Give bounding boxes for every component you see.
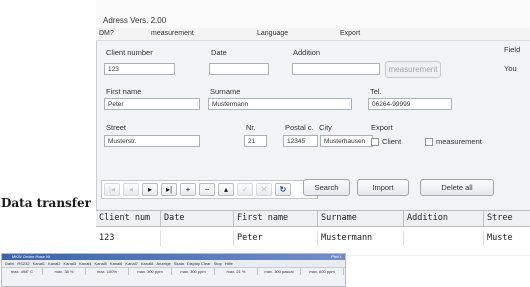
thumbnail-menu-item[interactable]: Stop <box>214 261 222 266</box>
post-record-button[interactable]: ✓ <box>237 183 253 196</box>
export-client-checkbox[interactable] <box>371 138 379 146</box>
grid-header-addition[interactable]: Addition <box>404 211 484 226</box>
export-label: Export <box>371 123 393 132</box>
client-number-field[interactable]: 123 <box>104 63 175 75</box>
online-window-thumbnail: MKW Online Hose NI Pfeil I Datei RS232 Kan… <box>1 253 346 287</box>
street-label: Street <box>106 123 127 132</box>
thumbnail-menu-item[interactable]: Kanal3 <box>64 261 76 266</box>
grid-cell-addition[interactable] <box>404 231 484 246</box>
tel-label: Tel. <box>370 87 382 96</box>
grid-header-date[interactable]: Date <box>161 211 234 226</box>
thumbnail-title-right: Pfeil I <box>330 254 341 259</box>
grid-cell-date[interactable] <box>161 231 234 246</box>
date-label: Date <box>211 48 227 57</box>
menu-item-dm[interactable]: DM? <box>99 30 114 37</box>
first-name-label: First name <box>106 87 142 96</box>
surname-field[interactable]: Mustermann <box>208 98 352 110</box>
export-measurement-label: measurement <box>436 137 482 146</box>
street-field[interactable]: Musterstr. <box>104 135 200 147</box>
nr-label: Nr. <box>246 123 256 132</box>
delete-record-button[interactable]: − <box>199 183 215 196</box>
grid-cell-first-name[interactable]: Peter <box>234 231 318 246</box>
thumbnail-menu-item[interactable]: RS232 <box>17 261 29 266</box>
thumbnail-menu-bar: Datei RS232 Kanal1 Kanal2 Kanal3 Kanal4 Kanal5… <box>2 260 345 268</box>
measurement-button[interactable]: measurement <box>385 61 441 78</box>
data-grid: Client num Date First name Surname Addit… <box>96 210 530 255</box>
last-record-button[interactable]: ▸| <box>161 183 177 196</box>
thumbnail-menu-item[interactable]: Kanal4 <box>79 261 91 266</box>
first-name-field[interactable]: Peter <box>104 98 200 110</box>
thumbnail-menu-item[interactable]: Anzeige <box>156 261 170 266</box>
thumbnail-value-cell: max. 300 ppm <box>172 268 215 275</box>
delete-all-button[interactable]: Delete all <box>420 179 494 196</box>
thumbnail-menu-item[interactable]: Skala <box>174 261 184 266</box>
surname-label: Surname <box>210 87 241 96</box>
right-edge-label-field: Field <box>504 45 521 54</box>
grid-header-row: Client num Date First name Surname Addit… <box>96 211 530 227</box>
thumbnail-menu-item[interactable]: Kanal8 <box>141 261 153 266</box>
refresh-record-button[interactable]: ↻ <box>275 183 291 196</box>
search-button[interactable]: Search <box>303 179 350 196</box>
right-edge-label-you: You <box>504 64 517 73</box>
postal-label: Postal c. <box>285 123 314 132</box>
addition-field[interactable] <box>292 63 380 75</box>
thumbnail-title: MKW Online Hose NI <box>12 254 51 259</box>
grid-header-client-num[interactable]: Client num <box>96 211 161 226</box>
first-record-button[interactable]: |◂ <box>104 183 120 196</box>
thumbnail-menu-item[interactable]: Kanal1 <box>33 261 45 266</box>
next-record-button[interactable]: ▸ <box>142 183 158 196</box>
edit-record-button[interactable]: ▴ <box>218 183 234 196</box>
grid-cell-street[interactable]: Muste <box>484 231 530 246</box>
city-field[interactable]: Musterhausen <box>320 135 373 147</box>
import-button[interactable]: Import <box>357 179 409 196</box>
grid-header-street[interactable]: Stree <box>484 211 530 226</box>
thumbnail-menu-item[interactable]: Display Clear <box>187 261 211 266</box>
cancel-record-button[interactable]: ✕ <box>256 183 272 196</box>
city-label: City <box>319 123 332 132</box>
menu-item-language[interactable]: Language <box>257 30 288 37</box>
date-field[interactable] <box>209 63 269 75</box>
grid-header-first-name[interactable]: First name <box>234 211 318 226</box>
prev-record-button[interactable]: ◂ <box>123 183 139 196</box>
data-transfer-caption: Data transfer <box>1 196 91 210</box>
thumbnail-value-cell: max. 38 % <box>43 268 86 275</box>
window-title: Adress Vers. 2.00 <box>103 16 167 25</box>
thumbnail-menu-item[interactable]: Kanal5 <box>94 261 106 266</box>
addition-label: Addition <box>293 48 321 57</box>
thumbnail-value-cell: max. 21 % <box>215 268 258 275</box>
thumbnail-menu-item[interactable]: Kanal2 <box>48 261 60 266</box>
thumbnail-value-cell: max. 498° C <box>2 268 43 275</box>
grid-cell-surname[interactable]: Mustermann <box>318 231 404 246</box>
nr-field[interactable]: 21 <box>244 135 267 147</box>
table-row[interactable]: 123 Peter Mustermann Muste <box>96 231 530 246</box>
menu-item-measurement[interactable]: measurement <box>151 30 194 37</box>
thumbnail-menu-item[interactable]: Hilfe <box>225 261 233 266</box>
thumbnail-value-cell: max. 600 ppm <box>301 268 344 275</box>
thumbnail-value-row: max. 498° Cmax. 38 % max. 100% max. 300 pp… <box>2 268 345 275</box>
export-client-label: Client <box>382 137 402 146</box>
client-number-label: Client number <box>106 48 153 57</box>
menu-item-export[interactable]: Export <box>340 30 360 37</box>
postal-field[interactable]: 12345 <box>283 135 318 147</box>
thumbnail-menu-item[interactable]: Kanal6 <box>110 261 122 266</box>
grid-header-surname[interactable]: Surname <box>318 211 404 226</box>
thumbnail-value-cell: max. 100% <box>86 268 129 275</box>
thumbnail-value-cell: max. 300 ppm <box>129 268 172 275</box>
export-measurement-checkbox[interactable] <box>425 138 433 146</box>
insert-record-button[interactable]: + <box>180 183 196 196</box>
tel-field[interactable]: 06264-99999 <box>368 98 452 110</box>
grid-cell-client-num[interactable]: 123 <box>96 231 161 246</box>
thumbnail-menu-item[interactable]: Kanal7 <box>125 261 137 266</box>
thumbnail-title-bar: MKW Online Hose NI Pfeil I <box>2 254 345 260</box>
thumbnail-menu-item[interactable]: Datei <box>5 261 14 266</box>
thumbnail-value-cell: max. 300 pascal <box>258 268 301 275</box>
